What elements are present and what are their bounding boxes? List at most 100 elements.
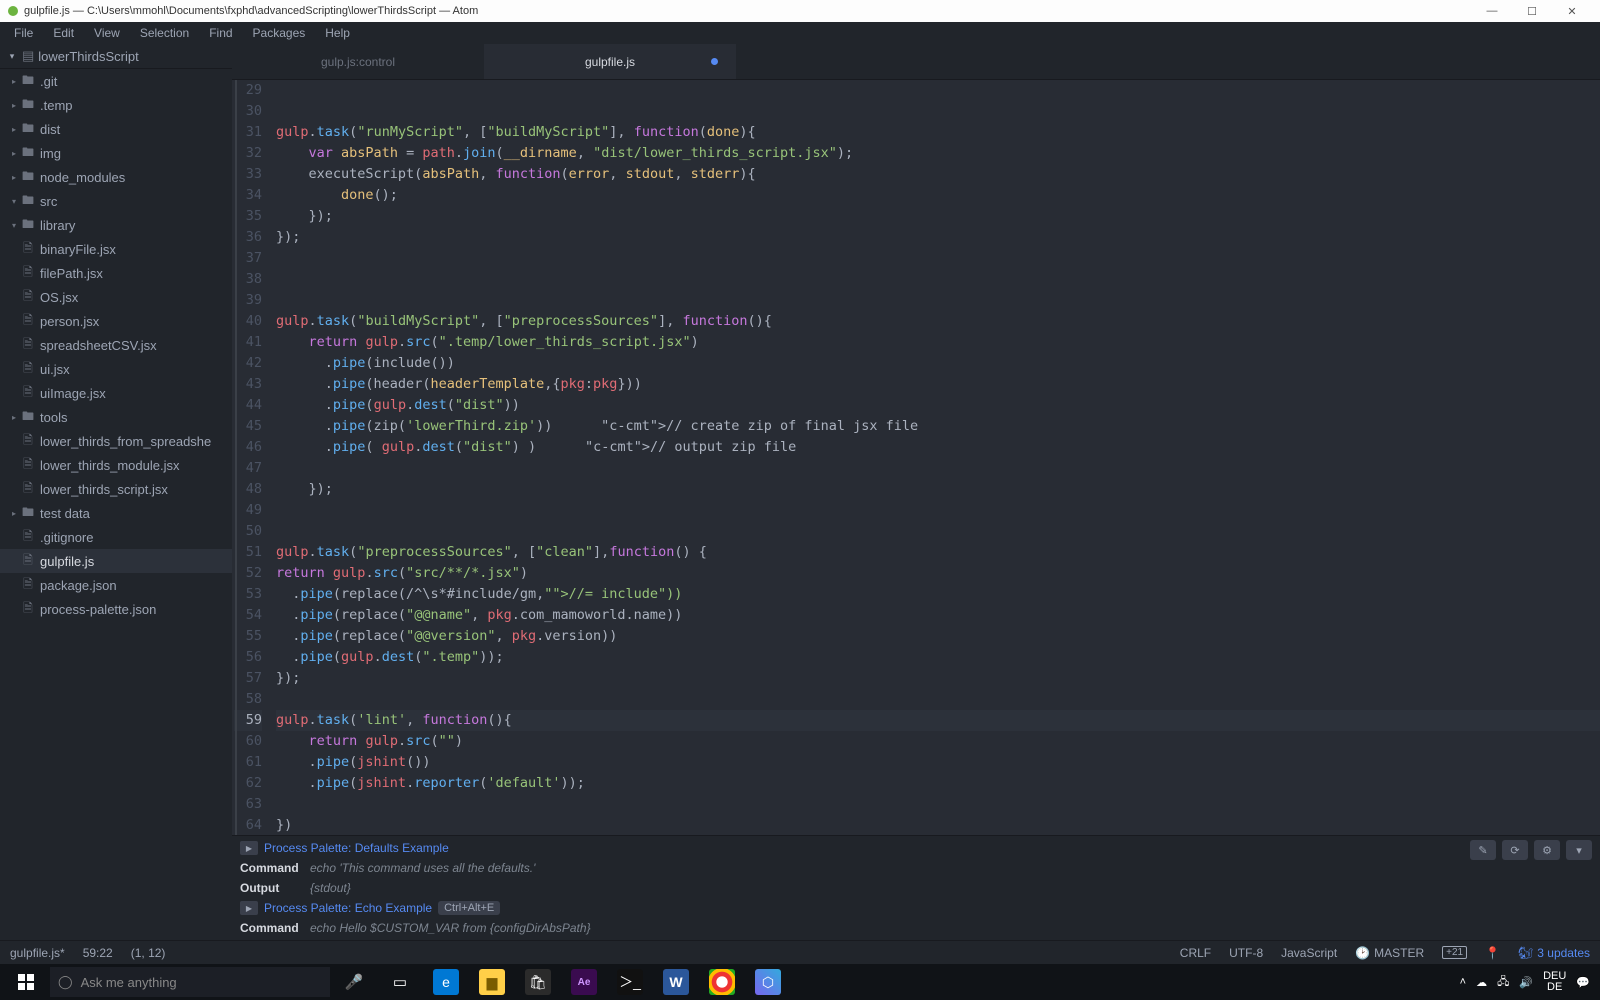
code-line[interactable] [276,521,1600,542]
tree-file[interactable]: 🗎gulpfile.js [0,549,232,573]
taskbar-app-atom[interactable]: ⬡ [746,966,790,998]
code-line[interactable]: gulp.task('lint', function(){ [276,710,1600,731]
minimize-button[interactable]: — [1472,5,1512,17]
tree-folder[interactable]: ▾🖿library [0,213,232,237]
code-line[interactable] [276,269,1600,290]
code-line[interactable]: .pipe(replace("@@version", pkg.version)) [276,626,1600,647]
close-panel-button[interactable]: ▾ [1566,840,1592,860]
tree-folder[interactable]: ▸🖿img [0,141,232,165]
code-line[interactable]: .pipe(include()) [276,353,1600,374]
code-line[interactable]: }) [276,815,1600,835]
tree-folder[interactable]: ▸🖿.temp [0,93,232,117]
menu-view[interactable]: View [84,24,130,42]
code-line[interactable]: gulp.task("runMyScript", ["buildMyScript… [276,122,1600,143]
code-line[interactable] [276,689,1600,710]
tray-notifications-icon[interactable]: 💬 [1576,976,1590,989]
code-line[interactable]: .pipe(gulp.dest("dist")) [276,395,1600,416]
tree-file[interactable]: 🗎uiImage.jsx [0,381,232,405]
status-updates[interactable]: 🐿 3 updates [1518,946,1590,960]
status-file[interactable]: gulpfile.js* [10,946,65,960]
taskbar-app-after-effects[interactable]: Ae [562,966,606,998]
tray-network-icon[interactable]: 🖧 [1497,973,1509,992]
system-tray[interactable]: ˄ ☁ 🖧 🔊 DEUDE 💬 [1460,971,1596,993]
taskbar-app-cmd[interactable]: ＞_ [608,966,652,998]
tree-folder[interactable]: ▾🖿src [0,189,232,213]
tree-file[interactable]: 🗎person.jsx [0,309,232,333]
code-line[interactable]: gulp.task("buildMyScript", ["preprocessS… [276,311,1600,332]
run-button[interactable]: ▶ [240,901,258,915]
status-git-branch[interactable]: 🕑 MASTER [1355,946,1424,960]
tray-volume-icon[interactable]: 🔊 [1519,976,1533,989]
tree-file[interactable]: 🗎process-palette.json [0,597,232,621]
code-line[interactable]: return gulp.src("src/**/*.jsx") [276,563,1600,584]
status-encoding[interactable]: UTF-8 [1229,946,1263,960]
code-line[interactable] [276,794,1600,815]
code-line[interactable] [276,458,1600,479]
panel-heading[interactable]: Process Palette: Echo Example [264,901,432,915]
taskbar-app-explorer[interactable]: ▆ [470,966,514,998]
reload-button[interactable]: ⟳ [1502,840,1528,860]
status-git-push-icon[interactable]: 📍 [1485,946,1500,960]
tab-gulp-control[interactable]: gulp.js:control [232,44,484,79]
tree-folder[interactable]: ▸🖿tools [0,405,232,429]
maximize-button[interactable]: ☐ [1512,5,1552,18]
code-line[interactable] [276,80,1600,101]
tree-folder[interactable]: ▸🖿node_modules [0,165,232,189]
code-line[interactable]: .pipe(jshint()) [276,752,1600,773]
code-line[interactable]: .pipe( gulp.dest("dist") ) "c-cmt">// ou… [276,437,1600,458]
task-view-button[interactable]: ▭ [378,966,422,998]
code-line[interactable]: .pipe(gulp.dest(".temp")); [276,647,1600,668]
tree-file[interactable]: 🗎filePath.jsx [0,261,232,285]
tree-folder[interactable]: ▸🖿.git [0,69,232,93]
code-line[interactable]: return gulp.src(".temp/lower_thirds_scri… [276,332,1600,353]
tree-file[interactable]: 🗎OS.jsx [0,285,232,309]
run-button[interactable]: ▶ [240,841,258,855]
status-language[interactable]: JavaScript [1281,946,1337,960]
tree-file[interactable]: 🗎lower_thirds_module.jsx [0,453,232,477]
cortana-search[interactable]: ◯ Ask me anything [50,967,330,997]
code-line[interactable]: }); [276,668,1600,689]
tree-file[interactable]: 🗎spreadsheetCSV.jsx [0,333,232,357]
code-area[interactable]: gulp.task("runMyScript", ["buildMyScript… [276,80,1600,835]
tab-gulpfile[interactable]: gulpfile.js [484,44,736,79]
code-line[interactable] [276,500,1600,521]
taskbar-app-edge[interactable]: e [424,966,468,998]
menu-help[interactable]: Help [315,24,360,42]
tree-file[interactable]: 🗎.gitignore [0,525,232,549]
status-eol[interactable]: CRLF [1180,946,1211,960]
menu-find[interactable]: Find [199,24,242,42]
close-button[interactable]: ✕ [1552,5,1592,18]
code-line[interactable] [276,101,1600,122]
tray-language[interactable]: DEUDE [1543,971,1566,993]
tree-file[interactable]: 🗎binaryFile.jsx [0,237,232,261]
settings-button[interactable]: ⚙ [1534,840,1560,860]
tree-folder[interactable]: ▸🖿test data [0,501,232,525]
status-cursor-position[interactable]: 59:22 [83,946,113,960]
code-line[interactable]: }); [276,206,1600,227]
menu-selection[interactable]: Selection [130,24,199,42]
taskbar-app-chrome[interactable] [700,966,744,998]
tree-folder[interactable]: ▸🖿dist [0,117,232,141]
code-line[interactable]: .pipe(jshint.reporter('default')); [276,773,1600,794]
tree-file[interactable]: 🗎lower_thirds_from_spreadshe [0,429,232,453]
code-line[interactable]: executeScript(absPath, function(error, s… [276,164,1600,185]
taskbar-app-store[interactable]: 🛍 [516,966,560,998]
code-line[interactable]: return gulp.src("") [276,731,1600,752]
edit-button[interactable]: ✎ [1470,840,1496,860]
code-line[interactable] [276,248,1600,269]
code-line[interactable] [276,290,1600,311]
taskbar-app-word[interactable]: W [654,966,698,998]
menu-file[interactable]: File [4,24,43,42]
menu-packages[interactable]: Packages [243,24,316,42]
code-line[interactable]: }); [276,227,1600,248]
code-line[interactable]: }); [276,479,1600,500]
code-line[interactable]: .pipe(replace(/^\s*#include/gm,"">//= in… [276,584,1600,605]
code-line[interactable]: done(); [276,185,1600,206]
cortana-mic-icon[interactable]: 🎤 [332,966,376,998]
tray-onedrive-icon[interactable]: ☁ [1476,976,1487,989]
panel-heading[interactable]: Process Palette: Defaults Example [264,841,449,855]
menu-edit[interactable]: Edit [43,24,84,42]
tree-file[interactable]: 🗎lower_thirds_script.jsx [0,477,232,501]
code-line[interactable]: gulp.task("preprocessSources", ["clean"]… [276,542,1600,563]
tree-file[interactable]: 🗎package.json [0,573,232,597]
